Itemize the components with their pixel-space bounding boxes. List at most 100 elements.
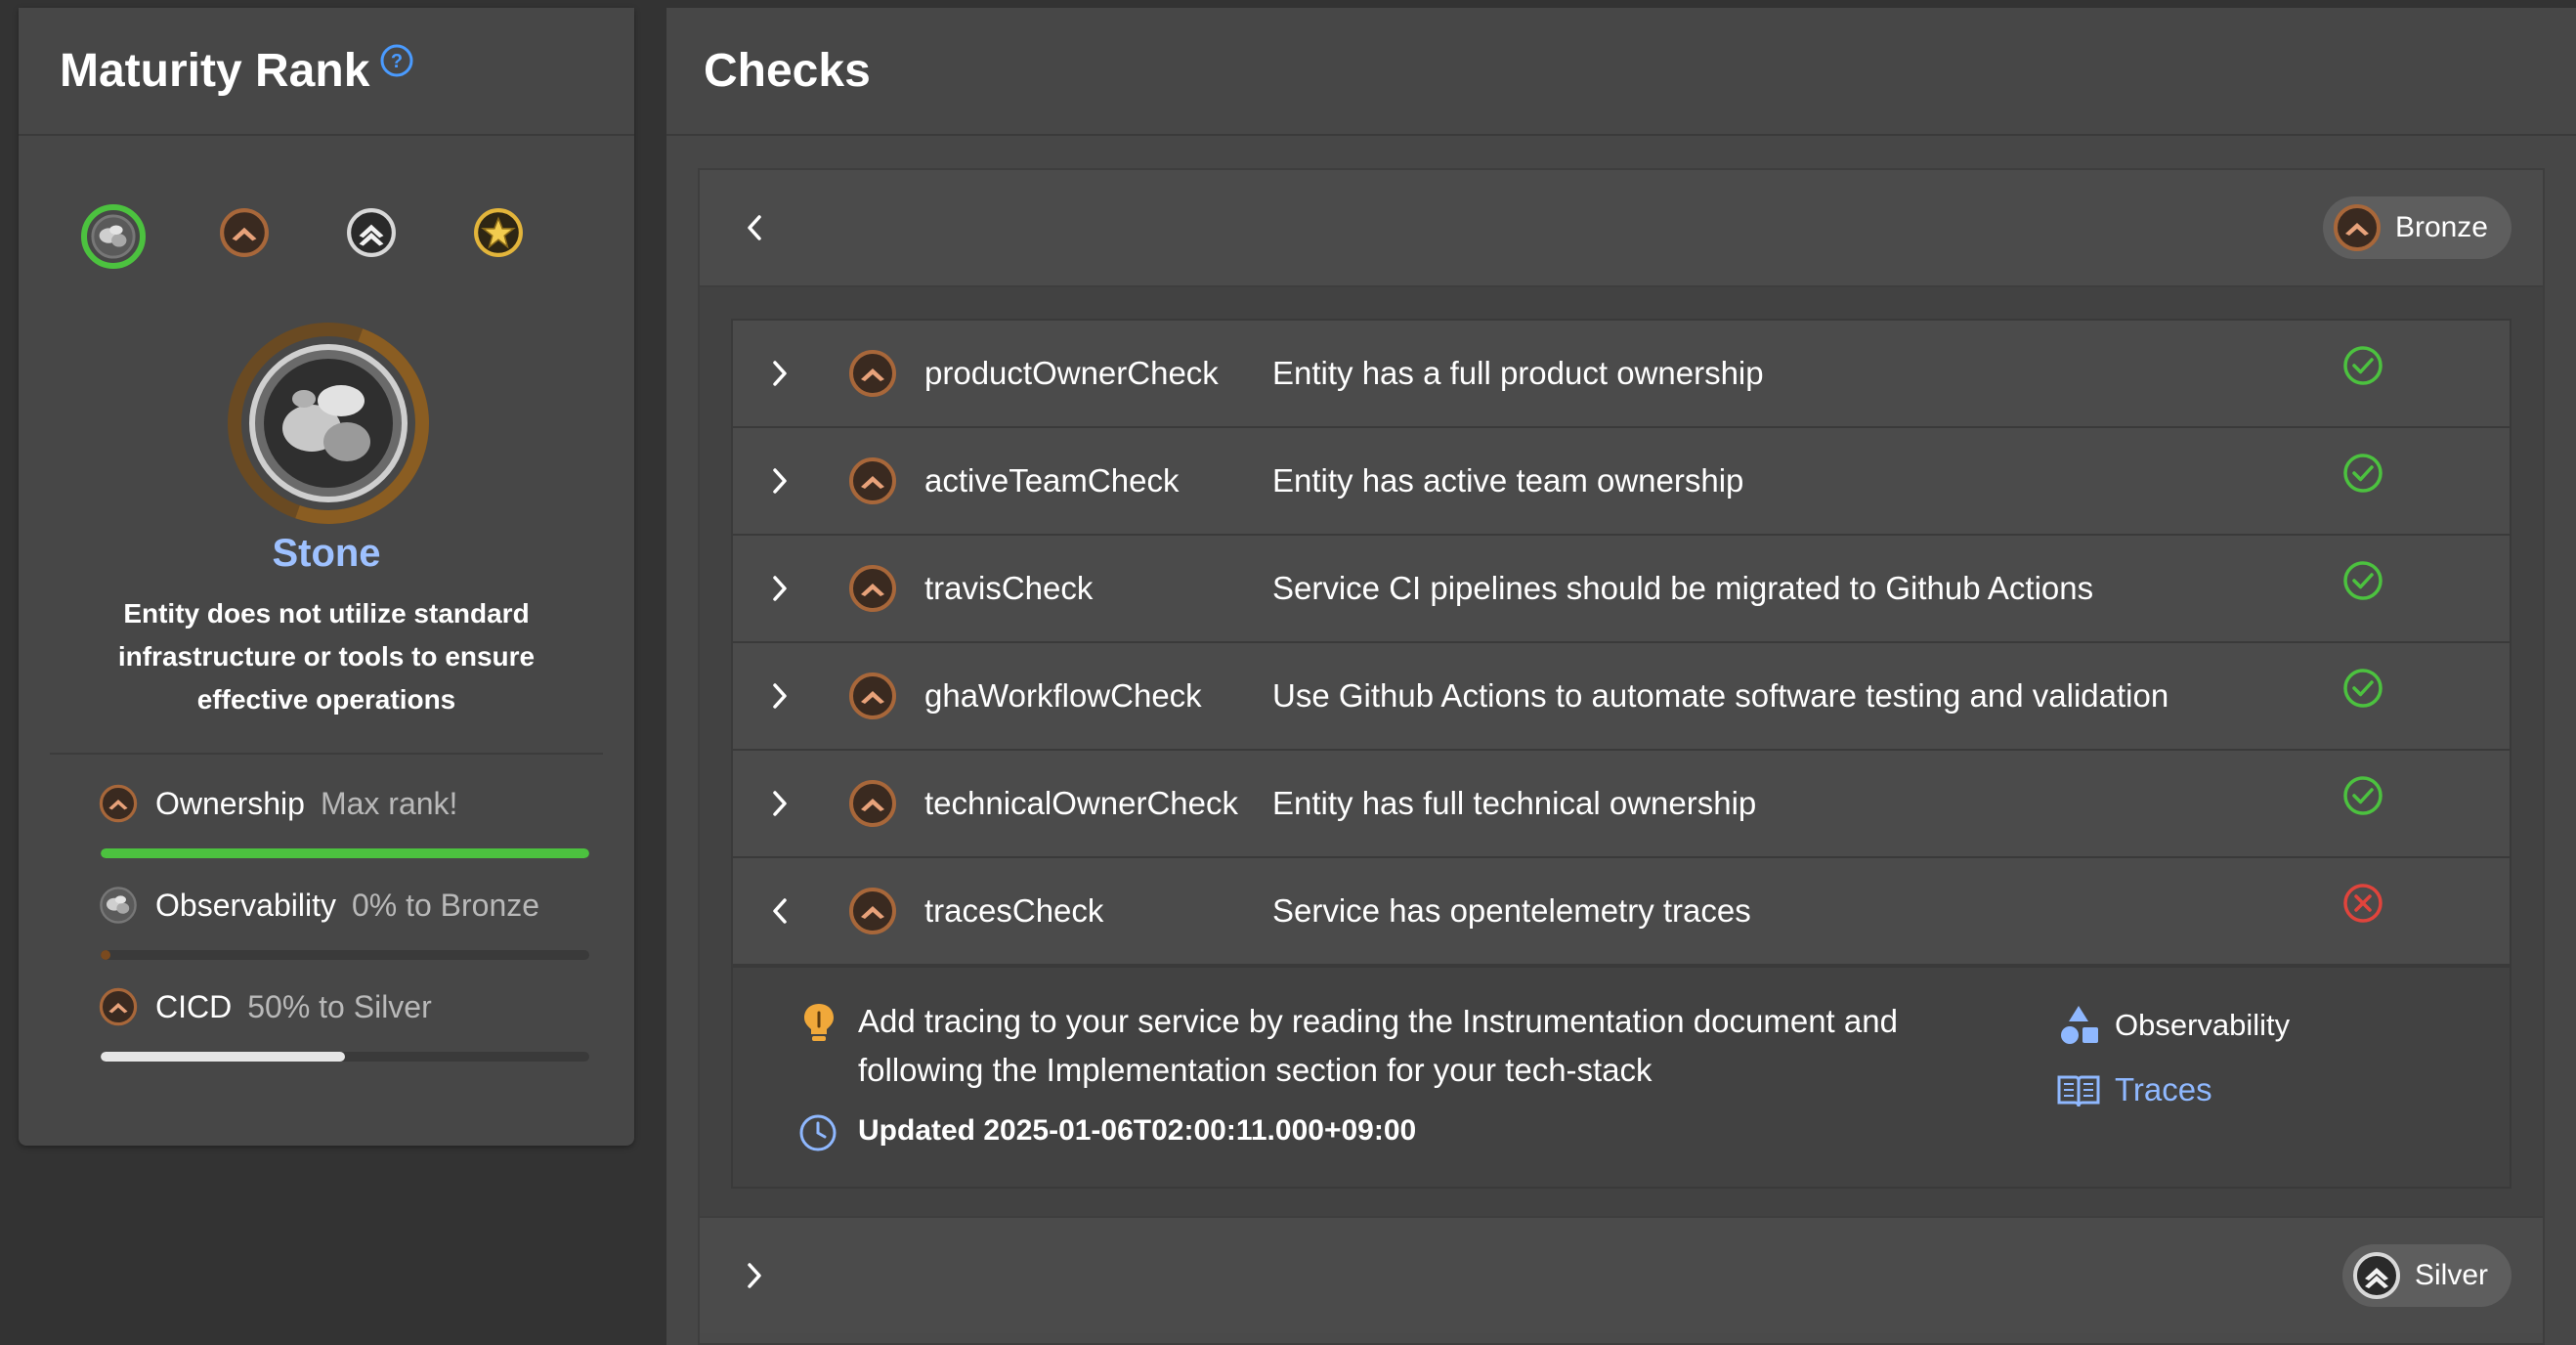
clock-icon [799,1114,837,1151]
silver-badge-icon [2352,1252,2400,1299]
check-list: productOwnerCheck Entity has a full prod… [731,319,2512,1189]
rank-stone-button[interactable] [81,204,146,269]
category-status: 50% to Silver [247,988,432,1024]
maturity-rank-panel: Maturity Rank ? Stone Entity does not ut… [19,8,634,1146]
expand-row-button[interactable] [733,572,821,605]
category-observability: Observability 0% to Bronze [81,882,589,960]
check-circle-icon [2343,776,2383,815]
checks-panel: Checks Bronze productOwnerCheck Entity h… [666,8,2576,1345]
expand-row-button[interactable] [733,464,821,498]
check-hint: Add tracing to your service by reading t… [858,1003,1898,1088]
checks-title: Checks [704,45,871,97]
docs-link-label[interactable]: Traces [2115,1071,2212,1108]
rank-selector [19,198,634,277]
check-group-body: productOwnerCheck Entity has a full prod… [700,285,2543,1220]
check-group-silver: Silver [698,1216,2545,1345]
chevron-right-icon [773,791,787,816]
rank-silver-button[interactable] [341,202,402,263]
check-name: activeTeamCheck [924,462,1180,499]
expand-row-button[interactable] [733,787,821,820]
progress-bar [101,1052,589,1062]
stone-badge-icon [91,214,136,259]
progress-bar-fill [101,950,110,960]
chevron-left-icon [748,215,761,240]
rank-pill-bronze: Bronze [2322,196,2512,259]
book-open-icon [2057,1075,2100,1107]
bronze-badge-icon [220,208,269,257]
expand-group-button[interactable] [735,1256,774,1295]
gold-badge-icon [474,208,523,257]
check-description: Use Github Actions to automate software … [1272,677,2169,714]
check-row[interactable]: ghaWorkflowCheck Use Github Actions to a… [733,643,2510,751]
progress-bar-fill [101,848,589,858]
category-name: CICD [155,988,233,1024]
category-status: Max rank! [320,785,458,821]
check-circle-icon [2343,561,2383,600]
checks-header: Checks [666,8,2576,136]
rank-bronze-button[interactable] [214,202,275,263]
check-description: Entity has full technical ownership [1272,785,1757,821]
bronze-badge-icon [99,784,138,823]
check-description: Service CI pipelines should be migrated … [1272,570,2094,606]
check-row[interactable]: productOwnerCheck Entity has a full prod… [733,321,2510,428]
check-name: productOwnerCheck [924,355,1219,391]
chevron-right-icon [773,683,787,709]
last-updated-text: Updated 2025-01-06T02:00:11.000+09:00 [858,1114,1417,1147]
chevron-right-icon [773,468,787,494]
shapes-icon [2061,1006,2098,1044]
svg-text:?: ? [391,51,403,72]
bronze-badge-icon [849,565,896,612]
rank-pill-label: Bronze [2394,211,2488,243]
check-circle-icon [2343,669,2383,708]
bronze-badge-icon [99,987,138,1026]
progress-bar-fill [101,1052,345,1062]
category-name: Ownership [155,785,305,821]
chevron-right-icon [773,576,787,601]
question-circle-icon[interactable]: ? [379,43,414,78]
current-rank-badge [226,321,431,526]
check-circle-icon [2343,454,2383,493]
check-group-bronze: Bronze productOwnerCheck Entity has a fu… [698,168,2545,1222]
check-name: travisCheck [924,570,1094,606]
category-name: Observability [155,887,336,923]
check-name: technicalOwnerCheck [924,785,1238,821]
expand-row-button[interactable] [733,357,821,390]
check-group-header[interactable]: Silver [700,1218,2543,1333]
current-rank-description: Entity does not utilize standard infrast… [117,598,536,715]
bronze-badge-icon [2333,204,2381,251]
collapse-row-button[interactable] [733,894,821,928]
silver-badge-icon [347,208,396,257]
collapse-group-button[interactable] [735,208,774,247]
maturity-rank-title: Maturity Rank [60,45,370,97]
chevron-right-icon [748,1263,761,1288]
rank-pill-silver: Silver [2341,1244,2512,1307]
maturity-rank-header: Maturity Rank ? [19,8,634,136]
x-circle-icon [2343,884,2383,923]
progress-bar [101,950,589,960]
category-status: 0% to Bronze [351,887,540,923]
chevron-right-icon [773,361,787,386]
check-row[interactable]: activeTeamCheck Entity has active team o… [733,428,2510,536]
check-group-header[interactable]: Bronze [700,170,2543,285]
check-row-expanded[interactable]: tracesCheck Service has opentelemetry tr… [733,858,2510,966]
rank-gold-button[interactable] [468,202,529,263]
bronze-badge-icon [849,780,896,827]
lightbulb-icon [804,1004,834,1041]
check-circle-icon [2343,346,2383,385]
check-description: Entity has active team ownership [1272,462,1744,499]
expand-row-button[interactable] [733,679,821,713]
stone-badge-icon [100,887,137,924]
category-ownership: Ownership Max rank! [81,780,589,858]
bronze-badge-icon [849,350,896,397]
check-row[interactable]: travisCheck Service CI pipelines should … [733,536,2510,643]
check-detail: Add tracing to your service by reading t… [733,966,2510,1187]
bronze-badge-icon [849,672,896,719]
progress-bar [101,848,589,858]
docs-link[interactable]: Traces [2056,1067,2212,1112]
rank-pill-label: Silver [2414,1259,2488,1291]
check-description: Entity has a full product ownership [1272,355,1764,391]
check-description: Service has opentelemetry traces [1272,892,1751,929]
check-row[interactable]: technicalOwnerCheck Entity has full tech… [733,751,2510,858]
bronze-badge-icon [849,457,896,504]
divider [50,753,603,755]
